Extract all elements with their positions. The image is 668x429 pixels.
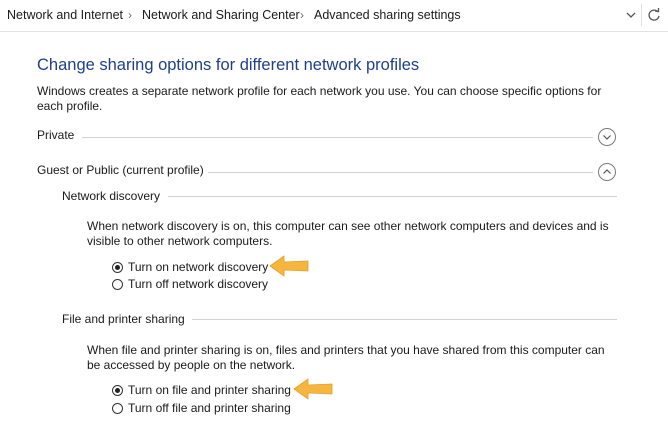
file-printer-sharing-heading: File and printer sharing: [62, 312, 185, 326]
radio-button-selected[interactable]: [112, 384, 123, 396]
network-discovery-description: When network discovery is on, this compu…: [87, 219, 609, 248]
radio-label: Turn off network discovery: [128, 277, 269, 291]
arrow-annotation-icon: [269, 255, 309, 277]
radio-turn-on-file-printer-sharing[interactable]: Turn on file and printer sharing: [112, 382, 291, 398]
advanced-sharing-settings-window: Network and Internet › Network and Shari…: [0, 0, 668, 429]
profile-private-header[interactable]: Private: [37, 128, 74, 142]
subsection-divider: [192, 319, 617, 320]
refresh-icon[interactable]: [645, 5, 663, 25]
breadcrumb-separator: ›: [128, 8, 132, 22]
page-title: Change sharing options for different net…: [37, 56, 420, 74]
radio-label: Turn off file and printer sharing: [128, 401, 291, 415]
section-divider: [82, 137, 593, 138]
page-description: Windows creates a separate network profi…: [37, 84, 602, 113]
profile-guest-public-header[interactable]: Guest or Public (current profile): [37, 163, 204, 177]
breadcrumb-separator: ›: [300, 8, 304, 22]
section-divider: [208, 172, 593, 173]
chevron-down-circle-icon[interactable]: [597, 127, 617, 147]
radio-turn-on-network-discovery[interactable]: Turn on network discovery: [112, 259, 268, 275]
radio-turn-off-file-printer-sharing[interactable]: Turn off file and printer sharing: [112, 400, 291, 416]
radio-turn-off-network-discovery[interactable]: Turn off network discovery: [112, 276, 268, 292]
subsection-divider: [168, 196, 617, 197]
radio-label: Turn on file and printer sharing: [128, 383, 291, 397]
network-discovery-heading: Network discovery: [62, 189, 161, 203]
radio-label: Turn on network discovery: [128, 260, 269, 274]
address-bar[interactable]: Network and Internet › Network and Shari…: [0, 0, 668, 32]
arrow-annotation-icon: [293, 378, 333, 400]
file-printer-sharing-description: When file and printer sharing is on, fil…: [87, 343, 605, 372]
chevron-up-circle-icon[interactable]: [597, 162, 617, 182]
breadcrumb-advanced-sharing-settings[interactable]: Advanced sharing settings: [314, 8, 461, 22]
breadcrumb-network-and-internet[interactable]: Network and Internet: [7, 8, 123, 22]
radio-button[interactable]: [112, 278, 123, 290]
address-bar-divider: [641, 4, 642, 26]
radio-button[interactable]: [112, 402, 123, 414]
chevron-down-icon[interactable]: [624, 7, 638, 23]
breadcrumb-network-and-sharing-center[interactable]: Network and Sharing Center: [142, 8, 300, 22]
radio-button-selected[interactable]: [112, 261, 123, 273]
